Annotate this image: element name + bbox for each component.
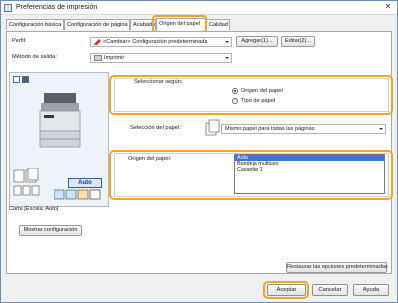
pencil-icon <box>94 38 101 45</box>
tab-page-setup[interactable]: Configuración de página <box>64 19 130 30</box>
print-preview-panel: Auto <box>9 72 109 207</box>
paper-source-highlight-outline <box>109 150 393 200</box>
profile-value: <Cambiar> Configuración predeterminada <box>103 39 208 45</box>
paper-stack-icon <box>205 119 220 136</box>
cancel-button[interactable]: Cancelar <box>312 284 348 296</box>
show-settings-button[interactable]: Mostrar configuración <box>19 225 82 236</box>
restore-defaults-button[interactable]: Restaurar las opciones predeterminadas <box>286 262 388 273</box>
printer-view-icon[interactable] <box>13 76 20 83</box>
tab-basic-settings[interactable]: Configuración básica <box>6 19 64 30</box>
printer-illustration-icon <box>39 93 81 148</box>
print-preferences-window: Preferencias de impresión ✕ Configuració… <box>0 0 398 303</box>
paper-selection-value: Mismo papel para todas las páginas <box>225 126 315 132</box>
tab-content-panel: Perfil: <Cambiar> Configuración predeter… <box>6 31 393 274</box>
ok-highlight-outline <box>263 281 309 299</box>
profile-label: Perfil: <box>12 38 27 44</box>
output-method-value: Imprimir <box>104 55 125 61</box>
title-bar: Preferencias de impresión ✕ <box>1 1 397 15</box>
chevron-down-icon <box>225 41 229 43</box>
window-title: Preferencias de impresión <box>16 4 98 11</box>
close-icon[interactable]: ✕ <box>381 2 395 13</box>
tab-quality[interactable]: Calidad <box>206 19 230 30</box>
printer-icon <box>94 54 102 61</box>
chevron-down-icon <box>379 128 383 130</box>
select-by-highlight-outline <box>109 75 393 115</box>
profile-select[interactable]: <Cambiar> Configuración predeterminada <box>90 37 232 47</box>
paper-source-icons <box>54 189 101 200</box>
auto-paper-indicator: Auto <box>68 178 102 188</box>
output-method-label: Método de salida: <box>12 54 57 60</box>
layout-thumbnails-icon <box>13 168 40 196</box>
edit-profile-button[interactable]: Editar(2)... <box>281 36 315 47</box>
preview-caption: Carta [Escala: Auto] <box>9 206 59 212</box>
chevron-down-icon <box>225 57 229 59</box>
output-method-select[interactable]: Imprimir <box>90 53 232 63</box>
settings-view-icon[interactable] <box>22 76 29 83</box>
printer-app-icon <box>4 4 12 12</box>
add-profile-button[interactable]: Agregar(1)... <box>236 36 278 47</box>
paper-selection-select[interactable]: Mismo papel para todas las páginas <box>221 124 386 134</box>
help-button[interactable]: Ayuda <box>353 284 389 296</box>
paper-selection-label: Selección del papel: <box>130 125 181 131</box>
